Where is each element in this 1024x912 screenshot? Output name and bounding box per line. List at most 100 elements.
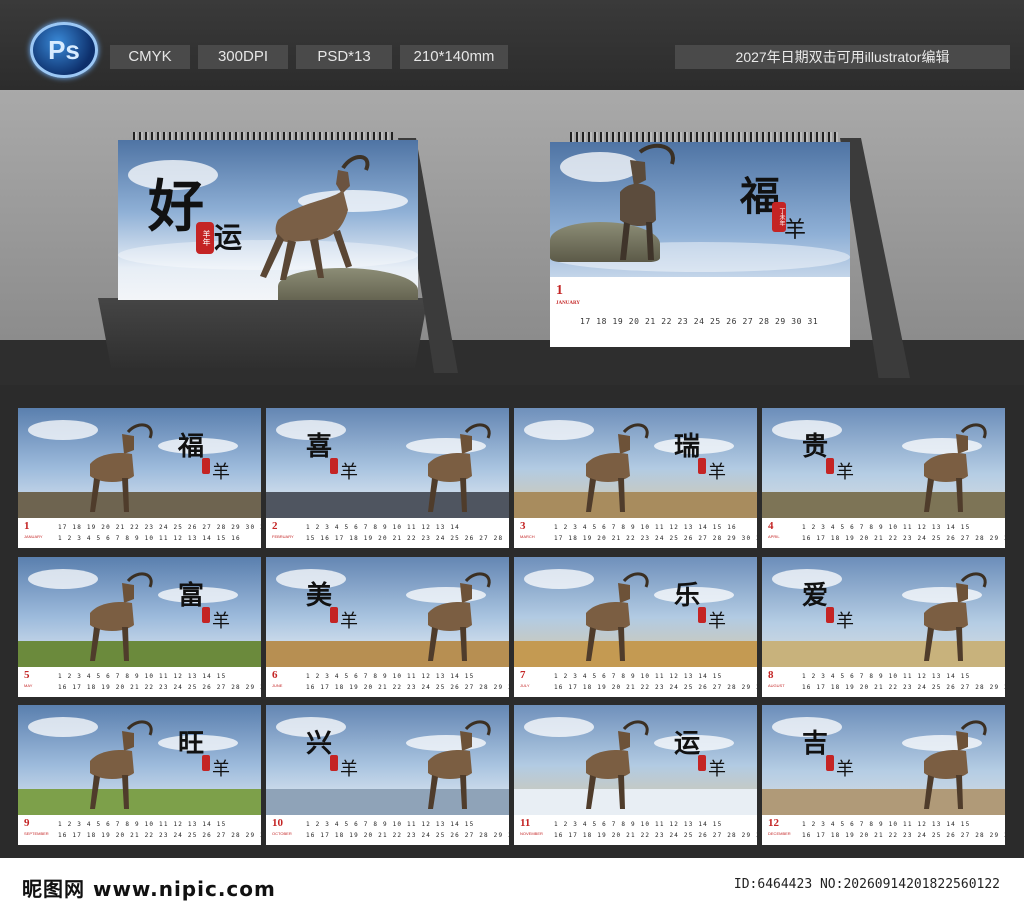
seal-icon: [826, 607, 834, 623]
month-photo: 乐羊: [514, 557, 757, 667]
days-row-1: 1 2 3 4 5 6 7 8 9 10 11 12 13 14 15 16: [554, 524, 737, 531]
month-sub-char: 羊: [708, 759, 726, 780]
month-number: 5: [24, 669, 30, 681]
month-calendar: 5 MAY 1 2 3 4 5 6 7 8 9 10 11 12 13 14 15 1…: [18, 667, 261, 697]
days-row-1: 1 2 3 4 5 6 7 8 9 10 11 12 13 14 15: [554, 821, 723, 828]
days-row-2: 15 16 17 18 19 20 21 22 23 24 25 26 27 2…: [306, 535, 504, 542]
month-card: 吉羊 12 DECEMBER 1 2 3 4 5 6 7 8 9 10 11 12 1…: [762, 705, 1005, 845]
month-title-char: 福: [178, 432, 205, 462]
month-card: 运羊 11 NOVEMBER 1 2 3 4 5 6 7 8 9 10 11 12 1…: [514, 705, 757, 845]
month-calendar: 9 SEPTEMBER 1 2 3 4 5 6 7 8 9 10 11 12 13 …: [18, 815, 261, 845]
days-row-2: 16 17 18 19 20 21 22 23 24 25 26 27 28 2…: [802, 684, 1005, 691]
month-card: 爱羊 8 AUGUST 1 2 3 4 5 6 7 8 9 10 11 12 13 1…: [762, 557, 1005, 697]
month-sub-char: 羊: [340, 759, 358, 780]
ibex-image: [428, 423, 491, 512]
month-calendar: 3 MARCH 1 2 3 4 5 6 7 8 9 10 11 12 13 14 1…: [514, 518, 757, 548]
days-row-2: 16 17 18 19 20 21 22 23 24 25 26 27 28 2…: [58, 832, 261, 839]
month-sub-char: 羊: [340, 611, 358, 632]
month-name: DECEMBER: [768, 831, 791, 836]
month-photo: 福羊: [18, 408, 261, 518]
ibex-image: [260, 155, 370, 280]
ibex-image: [90, 720, 153, 809]
app-badge-label: Ps: [48, 35, 80, 65]
seal-icon: [202, 458, 210, 474]
month-card: 美羊 6 JUNE 1 2 3 4 5 6 7 8 9 10 11 12 13 14 …: [266, 557, 509, 697]
days-row-1: 1 2 3 4 5 6 7 8 9 10 11 12 13 14 15: [802, 524, 971, 531]
seal-icon: [698, 607, 706, 623]
month-name: MARCH: [520, 534, 535, 539]
month-number: 4: [768, 520, 774, 532]
month-sub-char: 羊: [340, 462, 358, 483]
ibex-image: [586, 720, 649, 809]
image-id: ID:6464423 NO:20260914201822560122: [733, 877, 1000, 892]
month-number: 1: [556, 283, 563, 298]
month-title-char: 运: [674, 729, 701, 759]
days-row-2: 16 17 18 19 20 21 22 23 24 25 26 27 28 2…: [306, 684, 509, 691]
month-name: FEBRUARY: [272, 534, 294, 539]
month-calendar: 2 FEBRUARY 1 2 3 4 5 6 7 8 9 10 11 12 13 1…: [266, 518, 509, 548]
month-title-char: 兴: [306, 729, 333, 759]
days-row-1: 1 2 3 4 5 6 7 8 9 10 11 12 13 14 15: [554, 673, 723, 680]
ibex-image: [90, 423, 153, 512]
month-calendar: 4 APRIL 1 2 3 4 5 6 7 8 9 10 11 12 13 14 1…: [762, 518, 1005, 548]
desk-calendar-front: 好 运 羊年: [98, 128, 468, 378]
ibex-image: [924, 720, 987, 809]
spiral-binding: [570, 132, 840, 142]
footer: 昵图网 www.nipic.com ID:6464423 NO:20260914…: [0, 858, 1024, 912]
days-row-2: 16 17 18 19 20 21 22 23 24 25 26 27 28 2…: [58, 684, 261, 691]
month-title-char: 吉: [802, 729, 829, 759]
days-row-1: 1 2 3 4 5 6 7 8 9 10 11 12 13 14 15: [306, 673, 475, 680]
ibex-image: [586, 423, 649, 512]
days-row-2: 1 2 3 4 5 6 7 8 9 10 11 12 13 14 15 16: [58, 535, 241, 542]
month-name: MAY: [24, 683, 33, 688]
month-number: 1: [24, 520, 30, 532]
seal-icon: [202, 607, 210, 623]
month-photo: 爱羊: [762, 557, 1005, 667]
days-row-2: 16 17 18 19 20 21 22 23 24 25 26 27 28 2…: [554, 684, 757, 691]
month-photo: 兴羊: [266, 705, 509, 815]
month-name: AUGUST: [768, 683, 785, 688]
cover-title-char-2: 运: [214, 221, 243, 254]
month-number: 2: [272, 520, 278, 532]
month-name: SEPTEMBER: [24, 831, 49, 836]
days-row-1: 1 2 3 4 5 6 7 8 9 10 11 12 13 14: [306, 524, 460, 531]
page-seal: 丁未年: [772, 202, 786, 232]
days-row-1: 1 2 3 4 5 6 7 8 9 10 11 12 13 14 15: [58, 821, 227, 828]
month-number: 11: [520, 817, 531, 829]
seal-icon: [698, 458, 706, 474]
month-name: APRIL: [768, 534, 780, 539]
month-photo: 喜羊: [266, 408, 509, 518]
month-number: 10: [272, 817, 283, 829]
seal-icon: [330, 458, 338, 474]
seal-icon: [330, 607, 338, 623]
month-number: 8: [768, 669, 774, 681]
days-row-2: 16 17 18 19 20 21 22 23 24 25 26 27 28 2…: [554, 832, 757, 839]
photoshop-icon: Ps: [30, 22, 98, 78]
month-photo: 美羊: [266, 557, 509, 667]
cover-photo: 好 运 羊年: [118, 140, 418, 300]
month-number: 3: [520, 520, 526, 532]
spec-color-mode: CMYK: [110, 45, 190, 69]
month-sub-char: 羊: [836, 462, 854, 483]
days-row-1: 1 2 3 4 5 6 7 8 9 10 11 12 13 14 15: [306, 821, 475, 828]
ibex-image: [924, 572, 987, 661]
month-number: 9: [24, 817, 30, 829]
days-row-1: 1 2 3 4 5 6 7 8 9 10 11 12 13 14 15: [802, 673, 971, 680]
month-card: 贵羊 4 APRIL 1 2 3 4 5 6 7 8 9 10 11 12 13 14…: [762, 408, 1005, 548]
month-card: 兴羊 10 OCTOBER 1 2 3 4 5 6 7 8 9 10 11 12 13…: [266, 705, 509, 845]
month-name: JULY: [520, 683, 530, 688]
spec-resolution: 300DPI: [198, 45, 288, 69]
month-calendar: 12 DECEMBER 1 2 3 4 5 6 7 8 9 10 11 12 13 …: [762, 815, 1005, 845]
january-calendar-strip: 1 JANUARY 17 18 19 20 21 22 23 24 25 26 …: [550, 277, 850, 347]
page-sub-char: 羊: [784, 218, 807, 243]
month-name: NOVEMBER: [520, 831, 543, 836]
days-row: 17 18 19 20 21 22 23 24 25 26 27 28 29 3…: [580, 317, 819, 326]
ibex-image: [428, 572, 491, 661]
month-calendar: 11 NOVEMBER 1 2 3 4 5 6 7 8 9 10 11 12 13 …: [514, 815, 757, 845]
month-photo: 瑞羊: [514, 408, 757, 518]
january-page: 福 羊 丁未年 1 JANUARY 17 18 19 20 21 22 23 2…: [550, 142, 850, 347]
month-sub-char: 羊: [212, 759, 230, 780]
ibex-image: [586, 572, 649, 661]
month-sub-char: 羊: [212, 462, 230, 483]
month-photo: 富羊: [18, 557, 261, 667]
